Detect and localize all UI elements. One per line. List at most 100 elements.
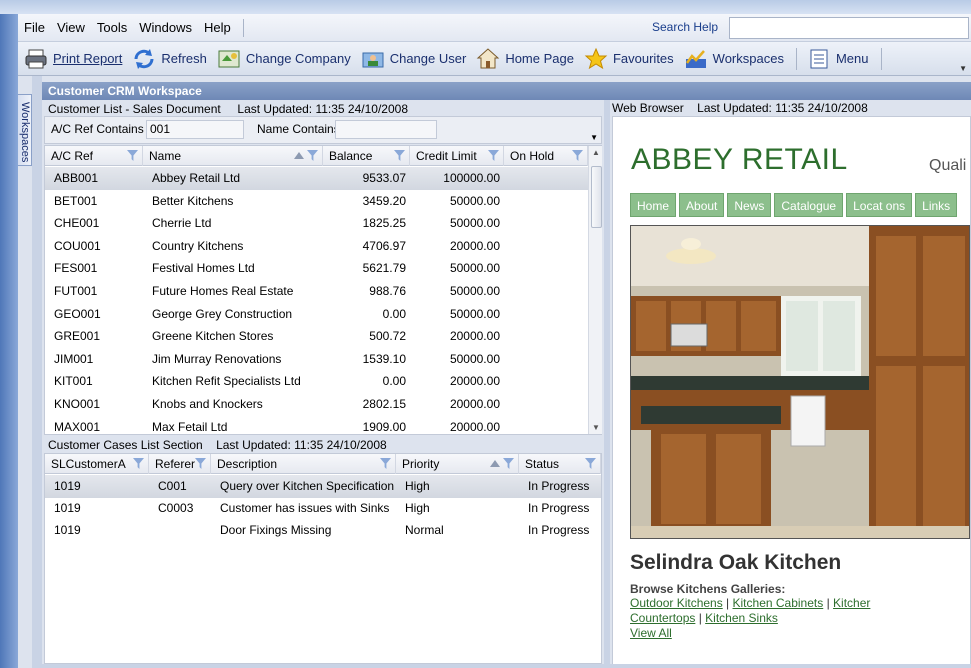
table-cell: 20000.00: [449, 419, 500, 434]
col-sl-customer[interactable]: SLCustomerA: [45, 454, 149, 474]
link-kitchen-countertops-part1[interactable]: Kitcher: [833, 596, 870, 610]
table-cell: In Progress: [528, 479, 590, 493]
filter-icon[interactable]: [585, 458, 596, 469]
table-cell: [504, 325, 588, 348]
refresh-button[interactable]: Refresh: [132, 47, 207, 71]
ac-ref-filter-input[interactable]: 001: [146, 120, 244, 139]
table-row[interactable]: FES001 Festival Homes Ltd 5621.79 50000.00: [45, 257, 588, 280]
table-row[interactable]: KIT001 Kitchen Refit Specialists Ltd 0.00 2…: [45, 370, 588, 393]
table-row[interactable]: 1019 C0003 Customer has issues with Sinks H…: [45, 497, 601, 520]
table-cell: [504, 303, 588, 326]
gallery-links: Outdoor Kitchens | Kitchen Cabinets | Ki…: [630, 596, 871, 640]
filter-icon[interactable]: [488, 150, 499, 161]
col-name[interactable]: Name: [143, 146, 323, 166]
filter-icon[interactable]: [307, 150, 318, 161]
filter-icon[interactable]: [503, 458, 514, 469]
table-cell: GRE001: [54, 329, 101, 344]
search-help-input[interactable]: [729, 17, 969, 39]
table-cell: C001: [158, 479, 187, 493]
change-user-button[interactable]: Change User: [361, 47, 466, 71]
filter-icon[interactable]: [572, 150, 583, 161]
workspaces-button[interactable]: Workspaces: [684, 47, 784, 71]
toolbar-overflow-icon[interactable]: ▼: [959, 64, 967, 73]
menu-view[interactable]: View: [51, 20, 91, 35]
scroll-thumb[interactable]: [591, 166, 602, 228]
table-row[interactable]: COU001 Country Kitchens 4706.97 20000.00: [45, 235, 588, 258]
filter-bar-overflow-icon[interactable]: ▼: [590, 133, 598, 142]
col-priority[interactable]: Priority: [396, 454, 519, 474]
site-nav-news[interactable]: News: [727, 193, 772, 217]
filter-icon[interactable]: [380, 458, 391, 469]
table-row[interactable]: BET001 Better Kitchens 3459.20 50000.00: [45, 190, 588, 213]
site-nav-catalogue[interactable]: Catalogue: [774, 193, 844, 217]
menu-button[interactable]: Menu: [807, 47, 869, 71]
print-report-button[interactable]: Print Report: [24, 47, 122, 71]
home-page-label: Home Page: [505, 51, 574, 66]
table-cell: 2802.15: [362, 397, 406, 411]
table-cell: 4706.97: [362, 238, 406, 253]
table-cell: Query over Kitchen Specification: [220, 479, 395, 493]
table-row[interactable]: CHE001 Cherrie Ltd 1825.25 50000.00: [45, 212, 588, 235]
table-cell: 100000.00: [443, 171, 500, 185]
table-row[interactable]: GEO001 George Grey Construction 0.00 50000.…: [45, 303, 588, 326]
table-row[interactable]: 1019 Door Fixings Missing Normal In Progres…: [45, 519, 601, 542]
favourites-button[interactable]: Favourites: [584, 47, 674, 71]
table-row[interactable]: MAX001 Max Fetail Ltd 1909.00 20000.00: [45, 416, 588, 439]
table-row[interactable]: JIM001 Jim Murray Renovations 1539.10 50000…: [45, 348, 588, 371]
col-on-hold[interactable]: On Hold: [504, 146, 588, 166]
menu-file[interactable]: File: [18, 20, 51, 35]
filter-icon[interactable]: [195, 458, 206, 469]
scroll-down-icon[interactable]: ▼: [592, 423, 600, 432]
link-kitchen-countertops-part2[interactable]: Countertops: [630, 611, 695, 625]
name-filter-input[interactable]: [335, 120, 437, 139]
table-cell: KNO001: [54, 397, 101, 411]
table-row[interactable]: FUT001 Future Homes Real Estate 988.76 5000…: [45, 280, 588, 303]
site-nav-locations[interactable]: Locat ons: [846, 193, 913, 217]
link-view-all[interactable]: View All: [630, 626, 672, 640]
window-left-edge: [0, 14, 18, 668]
toolbar-separator-end: [880, 47, 882, 70]
table-cell: 50000.00: [449, 261, 500, 276]
link-kitchen-cabinets[interactable]: Kitchen Cabinets: [733, 596, 824, 610]
site-nav: Home About News Catalogue Locat ons Link…: [630, 193, 960, 217]
change-company-button[interactable]: Change Company: [217, 47, 351, 71]
col-balance[interactable]: Balance: [323, 146, 410, 166]
scroll-up-icon[interactable]: ▲: [592, 148, 600, 157]
table-row[interactable]: ABB001 Abbey Retail Ltd 9533.07 100000.00: [45, 167, 588, 190]
web-browser-frame[interactable]: ABBEY RETAIL Quali Home About News Catal…: [612, 116, 971, 668]
table-cell: 50000.00: [449, 193, 500, 208]
filter-icon[interactable]: [133, 458, 144, 469]
table-cell: [504, 190, 588, 213]
col-reference[interactable]: Referer: [149, 454, 211, 474]
customer-grid: A/C Ref Name Balance Credit Limit On Hol…: [44, 145, 602, 435]
table-cell: High: [405, 501, 430, 515]
menu-icon: [810, 49, 828, 68]
col-description[interactable]: Description: [211, 454, 396, 474]
col-status[interactable]: Status: [519, 454, 601, 474]
table-row[interactable]: GRE001 Greene Kitchen Stores 500.72 20000.0…: [45, 325, 588, 348]
table-row[interactable]: KNO001 Knobs and Knockers 2802.15 20000.00: [45, 393, 588, 416]
table-cell: 1019: [54, 523, 81, 537]
menu-tools[interactable]: Tools: [91, 20, 133, 35]
customer-grid-scrollbar[interactable]: ▲ ▼: [588, 146, 602, 434]
link-outdoor-kitchens[interactable]: Outdoor Kitchens: [630, 596, 723, 610]
menu-separator: [242, 18, 244, 37]
table-cell: In Progress: [528, 523, 590, 537]
site-nav-about[interactable]: About: [679, 193, 725, 217]
table-cell: 1539.10: [362, 351, 406, 366]
menu-windows[interactable]: Windows: [133, 20, 198, 35]
site-nav-links[interactable]: Links: [915, 193, 958, 217]
panel-splitter[interactable]: [604, 100, 610, 668]
kitchen-illustration: [631, 226, 969, 538]
col-ac-ref[interactable]: A/C Ref: [45, 146, 143, 166]
workspaces-side-tab[interactable]: Workspaces: [18, 94, 32, 166]
home-page-button[interactable]: Home Page: [476, 47, 574, 71]
filter-icon[interactable]: [394, 150, 405, 161]
link-kitchen-sinks[interactable]: Kitchen Sinks: [705, 611, 778, 625]
col-credit-limit[interactable]: Credit Limit: [410, 146, 504, 166]
table-row[interactable]: 1019 C001 Query over Kitchen Specification…: [45, 475, 601, 498]
menu-help[interactable]: Help: [198, 20, 237, 35]
filter-icon[interactable]: [127, 150, 138, 161]
table-cell: 1019: [54, 479, 81, 493]
site-nav-home[interactable]: Home: [630, 193, 677, 217]
